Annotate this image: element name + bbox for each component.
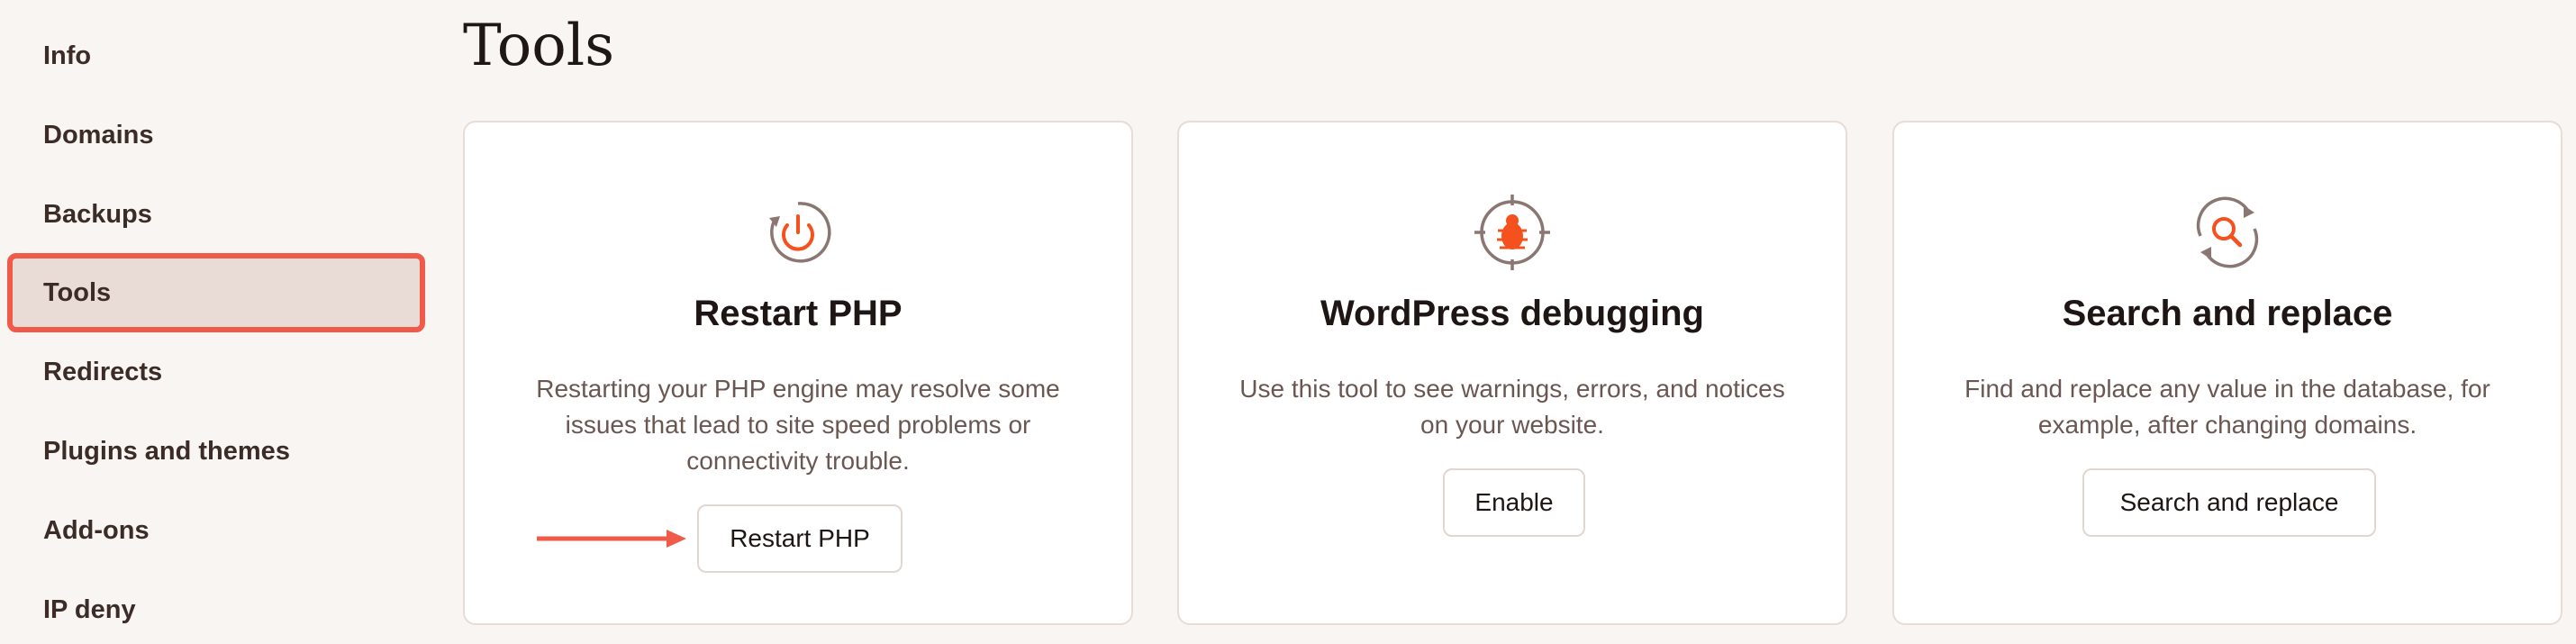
search-and-replace-card: Search and replace Find and replace any …: [1892, 121, 2562, 625]
restart-php-card: Restart PHP Restarting your PHP engine m…: [463, 121, 1133, 625]
sidebar-item-tools[interactable]: Tools: [7, 253, 425, 332]
card-description: Use this tool to see warnings, errors, a…: [1239, 375, 1785, 439]
card-description: Restarting your PHP engine may resolve s…: [536, 375, 1060, 475]
sidebar-item-info[interactable]: Info: [13, 22, 420, 90]
restart-php-button[interactable]: Restart PHP: [697, 504, 903, 573]
sidebar-item-domains[interactable]: Domains: [13, 101, 420, 169]
search-and-replace-button[interactable]: Search and replace: [2082, 468, 2376, 537]
arrow-icon: [537, 530, 686, 548]
card-title: WordPress debugging: [1320, 294, 1704, 333]
card-title: Search and replace: [2062, 294, 2393, 333]
search-replace-icon: [2196, 196, 2259, 268]
page-title: Tools: [463, 13, 615, 79]
card-title: Restart PHP: [694, 294, 903, 333]
restart-power-icon: [769, 202, 831, 263]
sidebar-item-ip-deny[interactable]: IP deny: [13, 576, 420, 644]
sidebar-item-add-ons[interactable]: Add-ons: [13, 496, 420, 565]
sidebar-item-plugins-and-themes[interactable]: Plugins and themes: [13, 417, 420, 485]
sidebar: Info Domains Backups Tools Redirects Plu…: [0, 0, 441, 639]
wordpress-debugging-card: WordPress debugging Use this tool to see…: [1177, 121, 1847, 625]
sidebar-item-redirects[interactable]: Redirects: [13, 338, 420, 406]
sidebar-item-backups[interactable]: Backups: [13, 180, 420, 249]
bug-target-icon: [1474, 195, 1550, 270]
enable-button[interactable]: Enable: [1443, 468, 1585, 537]
card-description: Find and replace any value in the databa…: [1964, 375, 2490, 439]
